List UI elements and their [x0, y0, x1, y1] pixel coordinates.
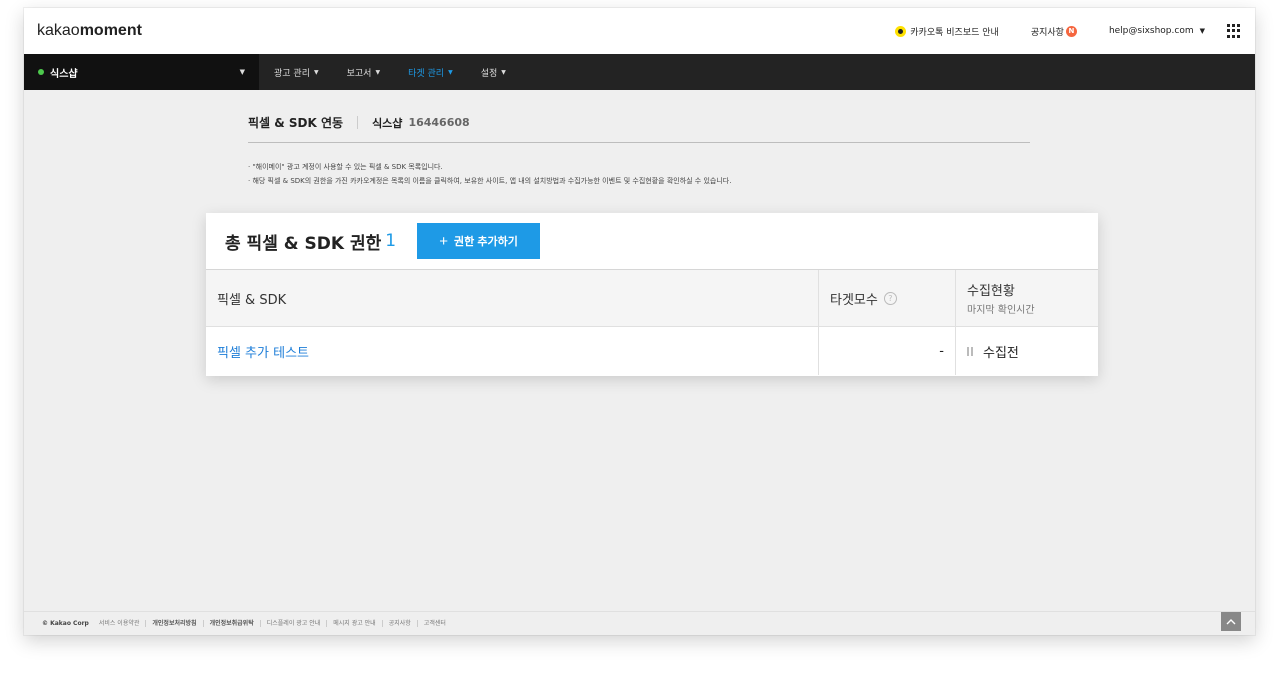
- copyright: © Kakao Corp: [42, 620, 89, 627]
- nav-item-label: 타겟 관리: [408, 68, 445, 79]
- permission-count: 1: [385, 231, 397, 251]
- nav-item-label: 보고서: [346, 68, 372, 79]
- pixel-name: 픽셀 추가 테스트: [217, 345, 309, 361]
- info-note: · 해당 픽셀 & SDK의 권한을 가진 카카오계정은 목록의 이름을 클릭하…: [248, 177, 732, 185]
- column-sublabel: 마지막 확인시간: [967, 305, 1035, 316]
- chevron-up-icon: [1226, 618, 1236, 624]
- footer-link-display-ads[interactable]: 디스플레이 광고 안내: [259, 620, 327, 627]
- pixel-name-link[interactable]: 픽셀 추가 테스트: [206, 327, 819, 375]
- chevron-down-icon: ▼: [1199, 27, 1205, 35]
- chevron-down-icon: ▼: [313, 68, 319, 76]
- footer-link-privacy-outsourcing[interactable]: 개인정보취급위탁: [202, 620, 260, 627]
- logo-text-light: kakao: [37, 22, 80, 39]
- new-badge: N: [1065, 25, 1077, 37]
- page-title: 픽셀 & SDK 연동: [248, 116, 344, 130]
- main-nav: 식스샵 ▼ 광고 관리 ▼ 보고서 ▼ 타겟 관리 ▼ 설정 ▼: [24, 54, 1255, 90]
- target-count: -: [939, 343, 944, 359]
- top-header: kakaomoment 카카오톡 비즈보드 안내 공지사항 N help@six…: [24, 8, 1255, 54]
- footer-link-notice[interactable]: 공지사항: [381, 620, 417, 627]
- account-name: 식스샵: [372, 116, 403, 130]
- add-permission-label: 권한 추가하기: [454, 236, 518, 248]
- plus-icon: +: [439, 232, 449, 250]
- column-label: 타겟모수: [830, 292, 878, 308]
- footer-link-privacy[interactable]: 개인정보처리방침: [145, 620, 202, 627]
- ad-account-name: 식스샵: [50, 68, 78, 80]
- column-label: 픽셀 & SDK: [217, 292, 287, 308]
- nav-menu: 광고 관리 ▼ 보고서 ▼ 타겟 관리 ▼ 설정 ▼: [274, 54, 534, 90]
- notice-link[interactable]: 공지사항 N: [1031, 25, 1077, 38]
- status-cell: 수집전: [956, 327, 1098, 375]
- nav-item-settings[interactable]: 설정 ▼: [481, 66, 506, 79]
- card-header: 총 픽셀 & SDK 권한 1 + 권한 추가하기: [206, 213, 1098, 270]
- nav-item-label: 설정: [480, 68, 498, 79]
- kakaotalk-bizboard-link[interactable]: 카카오톡 비즈보드 안내: [895, 25, 999, 38]
- nav-item-target-management[interactable]: 타겟 관리 ▼: [408, 66, 453, 79]
- table-row: 픽셀 추가 테스트 - 수집전: [206, 327, 1098, 375]
- apps-grid-icon[interactable]: [1227, 24, 1241, 38]
- footer-link-message-ads[interactable]: 메시지 광고 안내: [326, 620, 381, 627]
- account-id: 16446608: [408, 116, 470, 129]
- ad-account-selector[interactable]: 식스샵 ▼: [24, 54, 259, 90]
- chevron-down-icon: ▼: [501, 68, 506, 76]
- column-header-target: 타겟모수 ?: [819, 270, 956, 326]
- help-icon[interactable]: ?: [883, 291, 897, 305]
- pixel-sdk-card: 총 픽셀 & SDK 권한 1 + 권한 추가하기 픽셀 & SDK 타겟모수 …: [206, 213, 1098, 376]
- notice-label: 공지사항: [1030, 27, 1064, 38]
- column-label: 수집현황: [967, 284, 1015, 299]
- kakaomoment-logo[interactable]: kakaomoment: [37, 22, 142, 40]
- chevron-down-icon: ▼: [375, 68, 381, 76]
- kakaotalk-icon: [895, 25, 907, 37]
- page-heading: 픽셀 & SDK 연동 식스샵 16446608: [248, 114, 470, 131]
- scroll-to-top-button[interactable]: [1221, 612, 1241, 631]
- table-header: 픽셀 & SDK 타겟모수 ? 수집현황 마지막 확인시간: [206, 270, 1098, 327]
- pause-icon: [967, 346, 975, 356]
- chevron-down-icon: ▼: [448, 68, 453, 76]
- chevron-down-icon: ▼: [239, 68, 245, 76]
- column-header-status: 수집현황 마지막 확인시간: [956, 270, 1098, 326]
- info-notes: · "해이메이" 광고 계정이 사용할 수 있는 픽셀 & SDK 목록입니다.…: [248, 160, 731, 188]
- column-header-pixel-sdk: 픽셀 & SDK: [206, 270, 819, 326]
- nav-item-reports[interactable]: 보고서 ▼: [347, 66, 380, 79]
- status-label: 수집전: [983, 345, 1019, 361]
- account-email: help@sixshop.com: [1108, 26, 1194, 36]
- footer-link-support[interactable]: 고객센터: [416, 620, 452, 627]
- logo-text-bold: moment: [79, 22, 142, 39]
- divider: [248, 142, 1030, 143]
- status-dot-icon: [38, 69, 44, 75]
- nav-item-ad-management[interactable]: 광고 관리 ▼: [274, 66, 319, 79]
- account-menu[interactable]: help@sixshop.com ▼: [1109, 26, 1205, 36]
- divider: [357, 116, 359, 129]
- card-title: 총 픽셀 & SDK 권한: [225, 233, 382, 254]
- nav-item-label: 광고 관리: [274, 68, 310, 79]
- kakaotalk-bizboard-label: 카카오톡 비즈보드 안내: [910, 27, 999, 38]
- add-permission-button[interactable]: + 권한 추가하기: [417, 223, 541, 259]
- app-window: kakaomoment 카카오톡 비즈보드 안내 공지사항 N help@six…: [24, 8, 1255, 635]
- info-note: · "해이메이" 광고 계정이 사용할 수 있는 픽셀 & SDK 목록입니다.: [248, 163, 443, 171]
- header-utilities: 카카오톡 비즈보드 안내 공지사항 N help@sixshop.com ▼: [895, 8, 1241, 54]
- target-count-cell: -: [819, 327, 956, 375]
- footer-link-terms[interactable]: 서비스 이용약관: [97, 620, 146, 627]
- footer: © Kakao Corp 서비스 이용약관 개인정보처리방침 개인정보취급위탁 …: [24, 611, 1255, 635]
